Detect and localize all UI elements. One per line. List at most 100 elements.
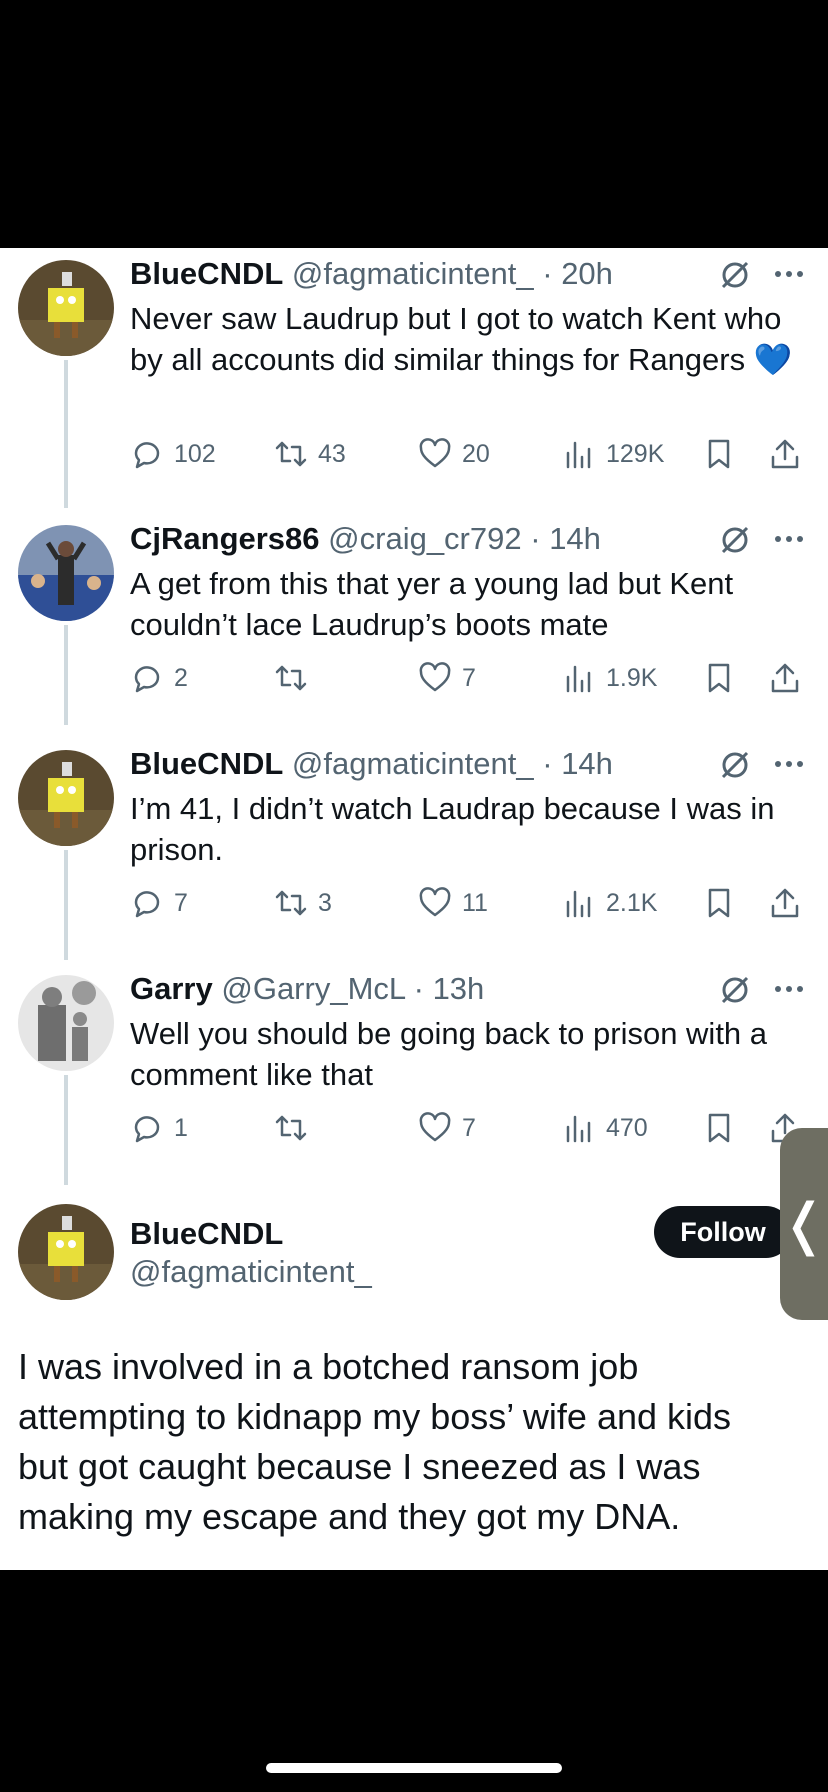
views-icon bbox=[566, 890, 591, 918]
reply-button[interactable]: 102 bbox=[130, 434, 216, 474]
action-bar: 7 3 11 2.1K bbox=[130, 883, 810, 923]
reply-count: 2 bbox=[174, 663, 188, 692]
views-button[interactable]: 470 bbox=[562, 1108, 648, 1148]
reply-button[interactable]: 7 bbox=[130, 883, 188, 923]
chevron-left-icon: ❬ bbox=[780, 1192, 828, 1255]
avatar[interactable] bbox=[18, 750, 114, 846]
grok-icon[interactable] bbox=[718, 523, 752, 557]
repost-icon bbox=[275, 1115, 307, 1141]
like-button[interactable]: 7 bbox=[418, 1108, 476, 1148]
separator-dot: · bbox=[542, 256, 553, 291]
grok-icon[interactable] bbox=[718, 258, 752, 292]
user-handle[interactable]: @Garry_McL bbox=[221, 971, 405, 1006]
bookmark-icon bbox=[708, 888, 730, 918]
repost-count: 3 bbox=[318, 888, 332, 917]
views-count: 470 bbox=[606, 1113, 648, 1142]
blue-heart-emoji: 💙 bbox=[753, 342, 793, 377]
thread-line bbox=[64, 625, 68, 725]
crowd-photo-avatar-icon bbox=[18, 525, 114, 621]
views-button[interactable]: 129K bbox=[562, 434, 664, 474]
action-bar: 2 7 1.9K bbox=[130, 658, 810, 698]
bookmark-button[interactable] bbox=[702, 658, 736, 698]
like-count: 11 bbox=[462, 888, 488, 917]
separator-dot: · bbox=[542, 746, 553, 781]
views-count: 129K bbox=[606, 439, 665, 468]
user-handle[interactable]: @fagmaticintent_ bbox=[292, 256, 534, 291]
tweet-text: A get from this that yer a young lad but… bbox=[130, 566, 734, 642]
avatar[interactable] bbox=[18, 525, 114, 621]
share-button[interactable] bbox=[768, 883, 802, 923]
repost-count: 43 bbox=[318, 439, 346, 468]
bookmark-icon bbox=[708, 1113, 730, 1143]
views-button[interactable]: 2.1K bbox=[562, 883, 657, 923]
thread-line bbox=[64, 360, 68, 508]
reply-button[interactable]: 1 bbox=[130, 1108, 188, 1148]
repost-icon bbox=[275, 665, 307, 691]
tweet-meta: Garry @Garry_McL · 13h bbox=[130, 971, 484, 1007]
like-count: 20 bbox=[462, 439, 490, 468]
views-count: 1.9K bbox=[606, 663, 658, 692]
reply-icon bbox=[134, 666, 160, 693]
side-panel-handle[interactable]: ❬ bbox=[780, 1128, 828, 1320]
reply-button[interactable]: 2 bbox=[130, 658, 188, 698]
more-options-icon[interactable] bbox=[772, 977, 806, 1001]
display-name[interactable]: CjRangers86 bbox=[130, 521, 320, 556]
statue-photo-avatar-icon bbox=[18, 975, 114, 1071]
bookmark-button[interactable] bbox=[702, 1108, 736, 1148]
heart-icon bbox=[419, 887, 451, 917]
like-count: 7 bbox=[462, 663, 476, 692]
display-name[interactable]: Garry bbox=[130, 971, 213, 1006]
reply-count: 1 bbox=[174, 1113, 188, 1142]
follow-button[interactable]: Follow bbox=[654, 1206, 792, 1258]
home-indicator[interactable] bbox=[266, 1763, 562, 1773]
views-icon bbox=[566, 441, 591, 469]
share-icon bbox=[771, 663, 799, 693]
heart-icon bbox=[419, 662, 451, 692]
repost-button[interactable]: 3 bbox=[274, 883, 332, 923]
avatar[interactable] bbox=[18, 260, 114, 356]
more-options-icon[interactable] bbox=[772, 262, 806, 286]
display-name[interactable]: BlueCNDL bbox=[130, 746, 283, 781]
user-handle[interactable]: @fagmaticintent_ bbox=[292, 746, 534, 781]
share-icon bbox=[771, 439, 799, 469]
like-button[interactable]: 7 bbox=[418, 658, 476, 698]
more-options-icon[interactable] bbox=[772, 527, 806, 551]
reply-icon bbox=[134, 1116, 160, 1143]
display-name[interactable]: BlueCNDL bbox=[130, 1216, 283, 1252]
repost-button[interactable] bbox=[274, 658, 318, 698]
bookmark-button[interactable] bbox=[702, 883, 736, 923]
timestamp[interactable]: 20h bbox=[561, 256, 613, 291]
more-options-icon[interactable] bbox=[772, 752, 806, 776]
repost-icon bbox=[275, 441, 307, 467]
user-handle[interactable]: @fagmaticintent_ bbox=[130, 1254, 372, 1290]
bookmark-button[interactable] bbox=[702, 434, 736, 474]
timestamp[interactable]: 13h bbox=[433, 971, 485, 1006]
repost-button[interactable] bbox=[274, 1108, 318, 1148]
reply-icon bbox=[134, 891, 160, 918]
views-icon bbox=[566, 1115, 591, 1143]
user-handle[interactable]: @craig_cr792 bbox=[328, 521, 521, 556]
tweet-text: Never saw Laudrup but I got to watch Ken… bbox=[130, 298, 800, 380]
heart-icon bbox=[419, 438, 451, 468]
bookmark-icon bbox=[708, 663, 730, 693]
share-button[interactable] bbox=[768, 658, 802, 698]
heart-icon bbox=[419, 1112, 451, 1142]
tweet-text: Well you should be going back to prison … bbox=[130, 1016, 768, 1092]
grok-icon[interactable] bbox=[718, 748, 752, 782]
reply-icon bbox=[134, 442, 160, 469]
views-button[interactable]: 1.9K bbox=[562, 658, 657, 698]
like-button[interactable]: 11 bbox=[418, 883, 488, 923]
tweet-meta: CjRangers86 @craig_cr792 · 14h bbox=[130, 521, 601, 557]
repost-button[interactable]: 43 bbox=[274, 434, 346, 474]
grok-icon[interactable] bbox=[718, 973, 752, 1007]
spongebob-avatar-icon bbox=[18, 1204, 114, 1300]
timestamp[interactable]: 14h bbox=[561, 746, 613, 781]
timestamp[interactable]: 14h bbox=[549, 521, 601, 556]
share-button[interactable] bbox=[768, 434, 802, 474]
avatar[interactable] bbox=[18, 975, 114, 1071]
display-name[interactable]: BlueCNDL bbox=[130, 256, 283, 291]
avatar[interactable] bbox=[18, 1204, 114, 1300]
like-button[interactable]: 20 bbox=[418, 434, 490, 474]
tweet-text: I was involved in a botched ransom job a… bbox=[18, 1346, 732, 1537]
thread-line bbox=[64, 1075, 68, 1185]
